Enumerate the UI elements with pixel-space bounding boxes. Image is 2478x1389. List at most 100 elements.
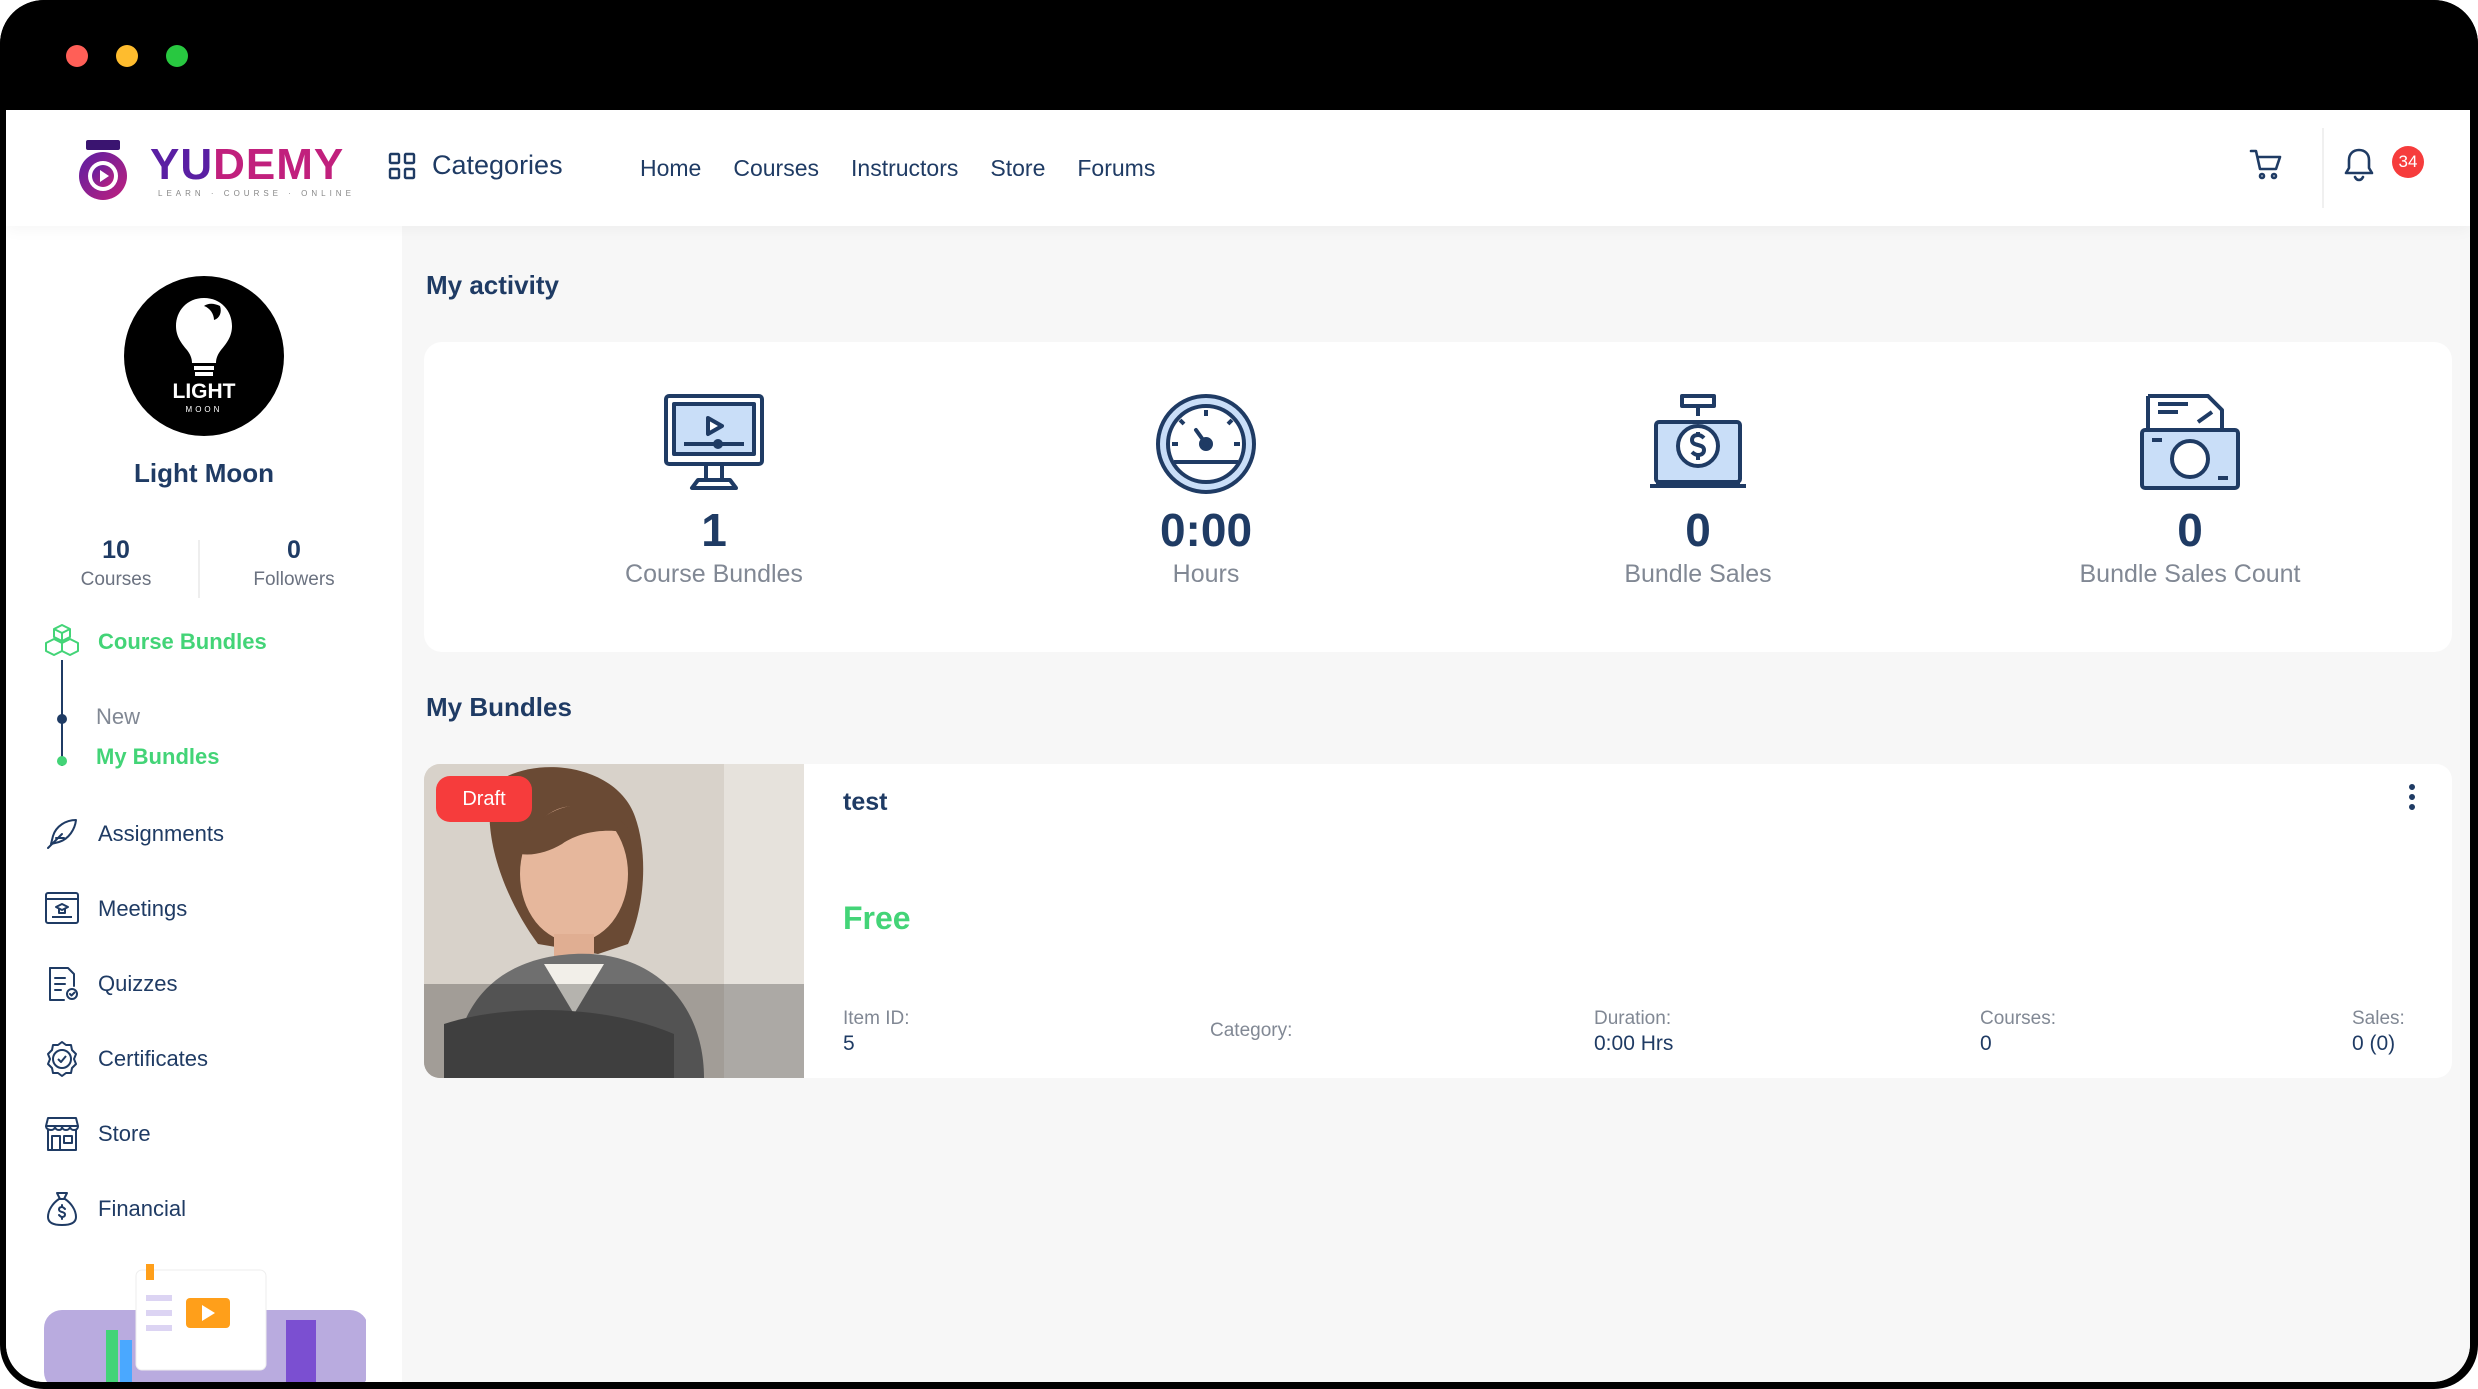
minimize-window-button[interactable] (116, 45, 138, 67)
sidebar: LIGHT MOON Light Moon 10 Courses 0 Follo… (6, 226, 402, 1382)
meeting-board-icon (45, 892, 79, 924)
window-titlebar (0, 0, 2478, 110)
stat-courses: 10 Courses (46, 536, 186, 591)
stat-course-bundles: 1 Course Bundles (514, 392, 914, 589)
meta-category: Category: (1210, 1020, 1292, 1044)
duration-value: 0:00 Hrs (1594, 1032, 1674, 1055)
promo-illustration (44, 1264, 366, 1382)
submenu-bullet (57, 714, 67, 724)
meta-item-id: Item ID: 5 (843, 1008, 910, 1056)
monitor-icon (664, 394, 764, 490)
cart-icon[interactable] (2248, 146, 2284, 182)
draft-status-badge: Draft (436, 776, 532, 822)
sidebar-item-quizzes[interactable]: Quizzes (42, 964, 177, 1004)
meta-sales: Sales: 0 (0) (2352, 1008, 2405, 1056)
categories-label: Categories (432, 150, 563, 180)
course-bundles-label: Course Bundles (625, 560, 803, 588)
courses-count: 10 (102, 536, 130, 564)
close-window-button[interactable] (66, 45, 88, 67)
main-content: My activity 1 Course Bundles 0:00 Hours … (402, 226, 2470, 1382)
stat-bundle-sales: 0 Bundle Sales (1498, 392, 1898, 589)
more-options-icon[interactable] (2402, 784, 2422, 816)
activity-summary-card: 1 Course Bundles 0:00 Hours 0 Bundle Sal… (424, 342, 2452, 652)
maximize-window-button[interactable] (166, 45, 188, 67)
meta-courses: Courses: 0 (1980, 1008, 2056, 1056)
brand-logo[interactable]: YUDEMY LEARN · COURSE · ONLINE (70, 138, 355, 202)
quiz-document-icon (49, 967, 78, 1001)
avatar[interactable]: LIGHT MOON (124, 276, 284, 436)
hours-label: Hours (1172, 560, 1240, 588)
bundle-card[interactable]: Draft test Free Item ID: 5 Category: Dur… (424, 764, 2452, 1078)
bundle-sales-count-value: 0 (2177, 504, 2203, 556)
category-label: Category: (1210, 1020, 1293, 1041)
sidebar-item-label: Meetings (98, 896, 188, 921)
top-navbar: YUDEMY LEARN · COURSE · ONLINE Categorie… (6, 110, 2470, 226)
feather-icon (47, 819, 77, 849)
notification-badge[interactable]: 34 (2392, 146, 2424, 178)
device-frame: YUDEMY LEARN · COURSE · ONLINE Categorie… (0, 0, 2478, 1389)
nav-link-home[interactable]: Home (640, 155, 701, 182)
sales-label: Sales: (2352, 1008, 2405, 1029)
sales-value: 0 (0) (2352, 1032, 2396, 1055)
bundle-sales-label: Bundle Sales (1624, 560, 1772, 588)
profile-stats: 10 Courses 0 Followers (46, 536, 366, 598)
sidebar-item-label: Quizzes (98, 971, 178, 996)
main-nav: Home Courses Instructors Store Forums (640, 155, 1155, 182)
stat-bundle-sales-count: 0 Bundle Sales Count (1990, 392, 2390, 589)
categories-menu[interactable]: Categories (388, 150, 563, 181)
sidebar-item-store[interactable]: Store (42, 1114, 151, 1154)
followers-count: 0 (287, 536, 301, 564)
bundle-price: Free (843, 900, 911, 936)
cash-icon (2140, 394, 2240, 490)
lightbulb-logo-icon: LIGHT MOON (173, 298, 236, 414)
svg-text:LIGHT: LIGHT (173, 380, 236, 403)
nav-link-courses[interactable]: Courses (733, 155, 819, 182)
sidebar-item-label: Store (98, 1121, 151, 1146)
bell-icon[interactable] (2342, 146, 2376, 182)
navbar-divider (2322, 128, 2324, 208)
boxes-icon (45, 624, 79, 656)
money-laptop-icon (1650, 394, 1746, 488)
bundles-section-title: My Bundles (426, 692, 572, 722)
followers-label: Followers (253, 569, 335, 590)
certificate-badge-icon (47, 1041, 77, 1077)
nav-link-instructors[interactable]: Instructors (851, 155, 958, 182)
hours-value: 0:00 (1159, 504, 1253, 556)
profile-name[interactable]: Light Moon (6, 458, 402, 489)
bundle-title[interactable]: test (843, 788, 887, 817)
stats-divider (198, 540, 200, 598)
sidebar-subitem-new[interactable]: New (96, 704, 140, 730)
sidebar-item-course-bundles[interactable]: Course Bundles (42, 622, 267, 662)
nav-link-forums[interactable]: Forums (1077, 155, 1155, 182)
meta-duration: Duration: 0:00 Hrs (1594, 1008, 1673, 1056)
sidebar-item-label: Assignments (98, 821, 224, 846)
grid-icon (388, 152, 416, 179)
stat-hours: 0:00 Hours (1006, 392, 1406, 589)
nav-link-store[interactable]: Store (990, 155, 1045, 182)
sidebar-subitem-my-bundles[interactable]: My Bundles (96, 744, 219, 770)
submenu-tree-line (61, 660, 63, 766)
money-bag-icon (47, 1192, 77, 1226)
submenu-bullet-active (57, 756, 67, 766)
sidebar-item-label: Financial (98, 1196, 187, 1221)
logo-text: YUDEMY LEARN · COURSE · ONLINE (150, 142, 355, 198)
store-icon (45, 1117, 79, 1151)
bundle-thumbnail[interactable]: Draft (424, 764, 804, 1078)
sidebar-item-assignments[interactable]: Assignments (42, 814, 224, 854)
sidebar-item-financial[interactable]: Financial (42, 1189, 186, 1229)
bundle-sales-value: 0 (1685, 504, 1711, 556)
courses-meta-label: Courses: (1980, 1008, 2057, 1029)
item-id-label: Item ID: (843, 1008, 910, 1029)
activity-section-title: My activity (426, 270, 559, 300)
sidebar-item-meetings[interactable]: Meetings (42, 889, 187, 929)
bundle-sales-count-label: Bundle Sales Count (2079, 560, 2301, 588)
gauge-icon (1156, 394, 1256, 494)
svg-text:MOON: MOON (186, 405, 223, 414)
logo-tagline: LEARN · COURSE · ONLINE (158, 188, 355, 198)
sidebar-item-certificates[interactable]: Certificates (42, 1039, 208, 1079)
item-id-value: 5 (843, 1032, 855, 1055)
courses-label: Courses (80, 569, 152, 590)
course-bundles-value: 1 (701, 504, 727, 556)
sidebar-item-label: Certificates (98, 1046, 209, 1071)
app-screen: YUDEMY LEARN · COURSE · ONLINE Categorie… (6, 110, 2470, 1382)
